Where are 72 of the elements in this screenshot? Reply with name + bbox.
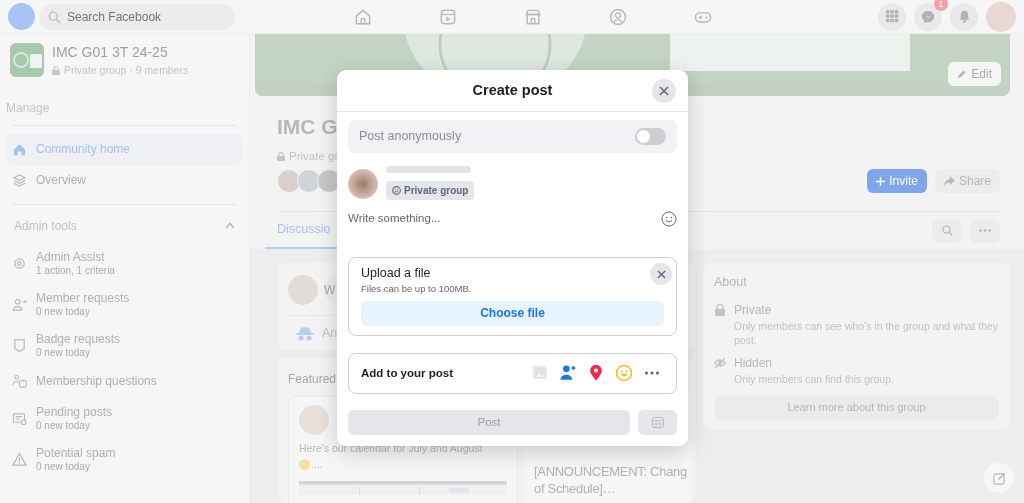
share-arrow-icon [943, 176, 955, 187]
lock-icon [52, 66, 60, 76]
sidebar-item[interactable]: Admin Assist 1 action, 1 criteria [6, 242, 243, 284]
ellipsis: ... [314, 457, 323, 473]
avatar-icon [288, 275, 318, 306]
notification-count: 1 [934, 0, 948, 11]
member-avatar-icon[interactable] [277, 169, 301, 194]
search-button[interactable] [932, 218, 962, 243]
toggle-label: Post anonymously [359, 128, 462, 146]
pencil-icon [957, 69, 968, 80]
shield-icon [12, 337, 27, 353]
post-title: [ANNOUNCEMENT: Chang of Schedule]… [534, 464, 687, 499]
search-icon [48, 10, 61, 24]
member-avatar-icon[interactable] [297, 169, 321, 194]
sidebar-item[interactable]: Community home [6, 133, 243, 165]
about-item-title: Private [734, 302, 773, 320]
eye-slash-icon [714, 356, 726, 371]
audience-button[interactable]: Private group [386, 181, 475, 200]
smiley-icon [614, 363, 634, 384]
upload-title: Upload a file [361, 266, 432, 281]
messenger-button[interactable] [914, 2, 942, 31]
add-to-post-label: Add to your post [361, 365, 453, 381]
search-field[interactable]: Search Facebook [39, 3, 235, 30]
person-add-icon [12, 296, 27, 312]
home-icon [12, 141, 27, 157]
chevron-icon[interactable] [225, 222, 235, 230]
apps-button[interactable] [878, 2, 906, 31]
pending-post-icon [12, 410, 27, 426]
grid-icon [885, 10, 899, 24]
avatar-icon [299, 405, 329, 436]
layers-icon [12, 172, 27, 188]
notifications-button[interactable] [950, 2, 978, 31]
close-icon [659, 86, 669, 96]
calendar-icon [651, 416, 664, 429]
sidebar-item[interactable]: Overview [6, 164, 243, 196]
edit-icon [992, 471, 1006, 485]
sidebar-item[interactable]: Badge requests 0 new today [6, 324, 243, 366]
card-title: About [714, 274, 748, 292]
logo-icon [8, 3, 35, 31]
warning-icon [12, 451, 27, 467]
close-button[interactable] [652, 79, 676, 103]
section-title: Featured [288, 371, 337, 389]
group-thumbnail-icon [10, 43, 44, 78]
edit-button[interactable]: Edit [948, 62, 1001, 87]
chat-icon [921, 9, 935, 24]
schedule-button[interactable] [638, 409, 677, 435]
avatar-icon [348, 168, 378, 199]
group-title: IMC G [277, 114, 338, 140]
dialog-title: Create post [472, 80, 553, 100]
sidebar-item[interactable]: Membership questions [6, 365, 243, 398]
avatar-icon[interactable] [986, 1, 1016, 32]
plus-icon [876, 176, 886, 186]
more-icon [979, 229, 991, 233]
gear-icon [12, 255, 27, 271]
sidebar-item[interactable]: Potential spam 0 new today [6, 438, 243, 480]
incognito-icon [296, 326, 314, 341]
more-icon [645, 371, 659, 376]
toggle-switch[interactable] [635, 128, 666, 145]
upload-hint: Files can be up to 100MB. [361, 282, 473, 296]
bell-icon [957, 10, 971, 24]
about-item-title: Hidden [734, 355, 774, 373]
lock-icon [714, 303, 726, 318]
sidebar-item[interactable]: Member requests 0 new today [6, 283, 243, 325]
close-icon [656, 269, 666, 279]
search-icon [941, 225, 953, 237]
sidebar-item[interactable]: Pending posts 0 new today [6, 397, 243, 439]
close-button[interactable] [650, 263, 672, 285]
group-name[interactable]: IMC G01 3T 24-25 [52, 42, 189, 64]
invite-button[interactable]: Invite [867, 169, 927, 194]
lock-icon [277, 152, 285, 162]
person-checklist-icon [12, 374, 27, 390]
choose-file-button[interactable]: Choose file [361, 300, 664, 326]
